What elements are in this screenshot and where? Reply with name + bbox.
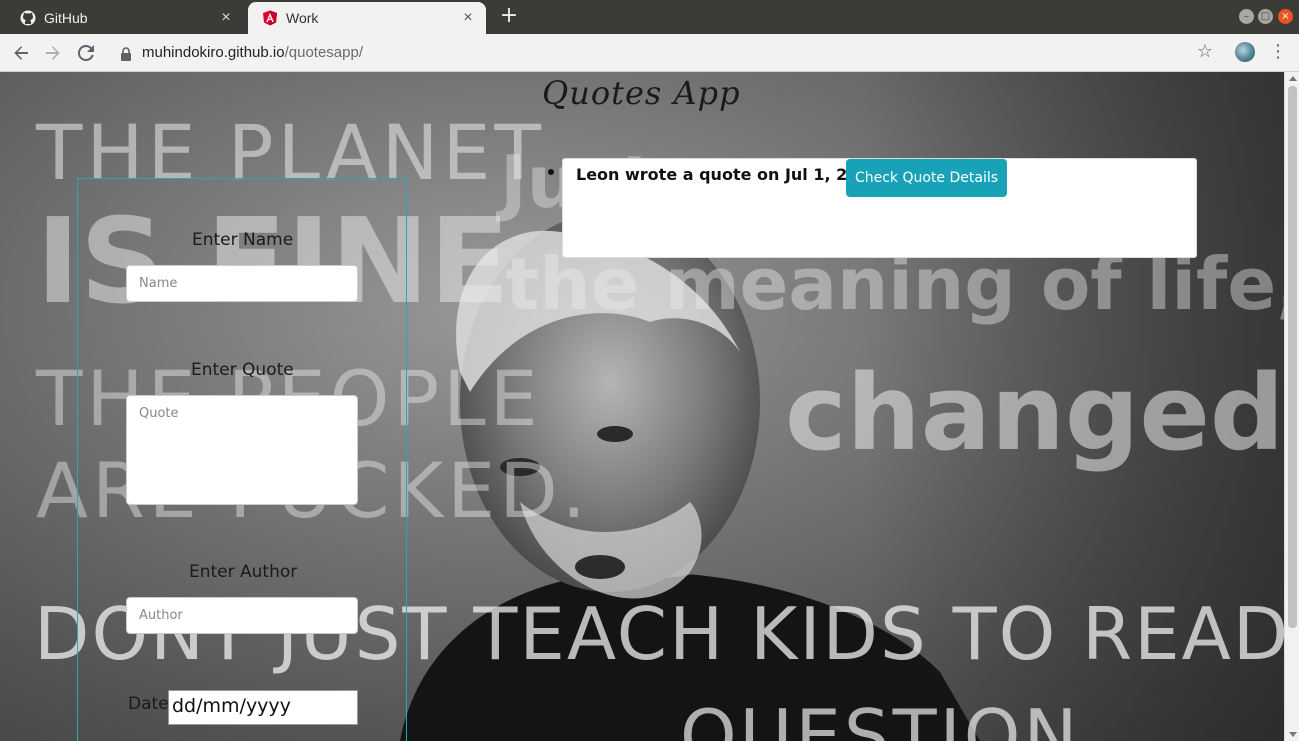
reload-button[interactable] — [75, 42, 97, 64]
vertical-scrollbar[interactable] — [1284, 72, 1299, 741]
author-input[interactable]: Author — [126, 597, 358, 634]
reload-icon — [78, 45, 94, 61]
forward-button[interactable] — [42, 42, 64, 64]
tab-github-label: GitHub — [44, 10, 88, 26]
background-text-changed: changed — [785, 352, 1284, 474]
arrow-right-icon — [46, 46, 60, 60]
tab-github[interactable]: GitHub × — [6, 2, 244, 34]
arrow-left-icon — [14, 46, 28, 60]
github-icon — [20, 10, 36, 26]
scrollbar-thumb[interactable] — [1288, 86, 1297, 628]
back-button[interactable] — [10, 42, 32, 64]
profile-avatar[interactable] — [1235, 42, 1255, 62]
name-label: Enter Name — [192, 230, 294, 250]
check-quote-details-button[interactable]: Check Quote Details — [846, 159, 1007, 197]
tab-work[interactable]: Work × — [248, 2, 486, 34]
url-field[interactable]: muhindokiro.github.io/quotesapp/ — [142, 44, 363, 61]
date-input[interactable]: dd/mm/yyyy — [168, 690, 358, 725]
background-text-question: QUESTION — [680, 694, 1081, 741]
close-window-button[interactable]: × — [1278, 9, 1293, 24]
date-label: Date — [128, 694, 169, 714]
maximize-window-button[interactable]: □ — [1258, 9, 1273, 24]
minimize-window-button[interactable]: – — [1239, 9, 1254, 24]
quote-textarea[interactable]: Quote — [126, 395, 358, 505]
url-path: /quotesapp/ — [284, 44, 363, 61]
scroll-up-arrow-icon[interactable] — [1289, 76, 1297, 81]
page-viewport: Just the meaning of life, changed THE PL… — [0, 72, 1284, 741]
author-label: Enter Author — [189, 562, 298, 582]
page-title: Quotes App — [542, 74, 741, 112]
close-icon[interactable]: × — [216, 8, 236, 28]
quote-label: Enter Quote — [191, 360, 294, 380]
tab-work-label: Work — [286, 10, 319, 26]
bookmark-star-icon[interactable]: ☆ — [1195, 42, 1215, 62]
list-bullet — [548, 169, 554, 175]
new-tab-button[interactable]: + — [498, 5, 520, 28]
name-input[interactable]: Name — [126, 265, 358, 302]
lock-icon[interactable] — [120, 46, 132, 61]
browser-menu-icon[interactable]: ⋮ — [1269, 42, 1287, 62]
scroll-down-arrow-icon[interactable] — [1289, 732, 1297, 737]
tab-strip: GitHub × Work × + – □ × — [0, 0, 1299, 34]
url-host: muhindokiro.github.io — [142, 44, 285, 61]
address-toolbar: muhindokiro.github.io/quotesapp/ ☆ ⋮ — [0, 34, 1299, 72]
close-icon[interactable]: × — [458, 8, 478, 28]
angular-icon — [262, 10, 278, 26]
quote-summary-text: Leon wrote a quote on Jul 1, 2019 — [576, 165, 881, 184]
